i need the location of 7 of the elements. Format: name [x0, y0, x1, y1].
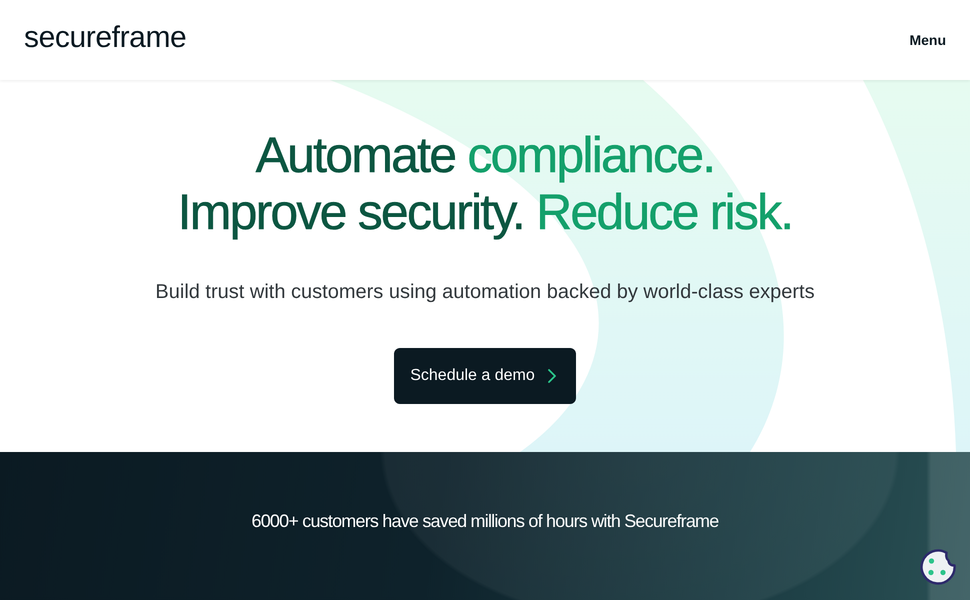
menu-button[interactable]: Menu — [909, 32, 946, 48]
subtitle: Build trust with customers using automation backed by world-class experts — [155, 280, 815, 305]
chevron-right-icon — [548, 369, 556, 383]
logo[interactable]: secureframe — [24, 21, 186, 55]
schedule-demo-button[interactable]: Schedule a demo — [394, 348, 576, 404]
headline: Automate compliance. Improve security. Reduce risk. — [178, 127, 792, 241]
customer-count-text: 6000+ customers have saved millions of hours with Secureframe — [252, 510, 718, 533]
